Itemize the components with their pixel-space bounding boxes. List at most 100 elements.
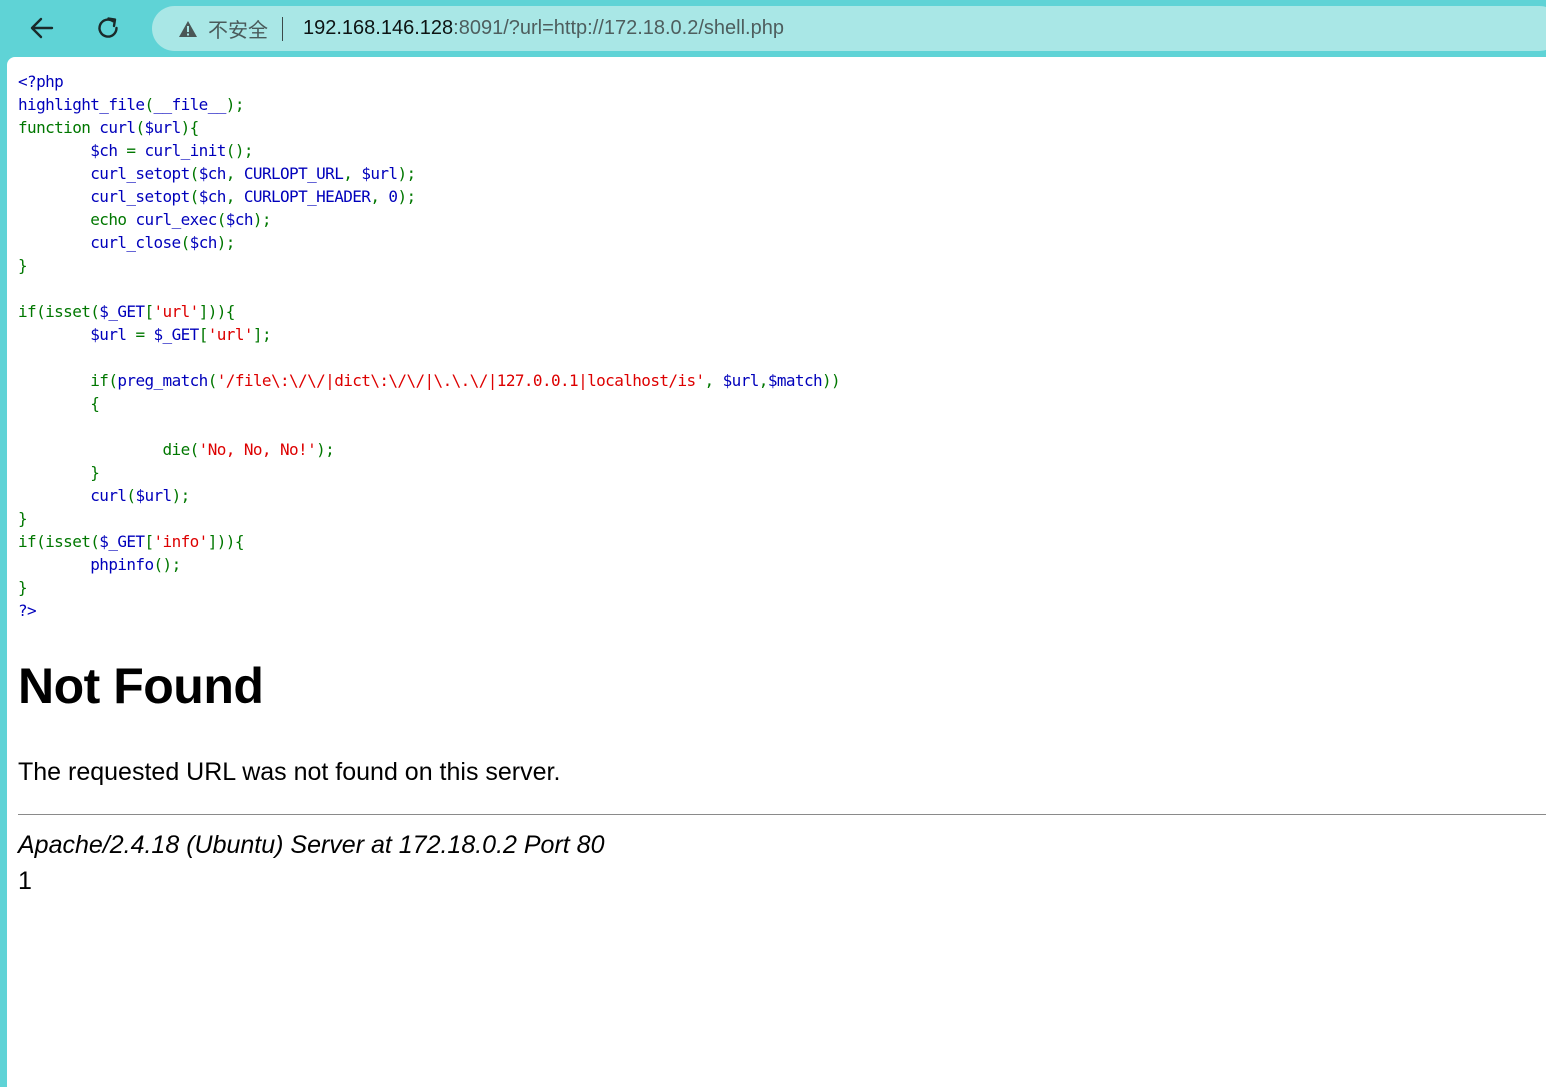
code-token: ); — [216, 233, 236, 252]
code-token: $url — [135, 486, 172, 505]
code-line: curl_close($ch); — [18, 233, 235, 252]
code-token: curl_close — [90, 233, 181, 252]
code-token: ( — [189, 164, 200, 183]
code-token: curl — [99, 118, 136, 137]
code-token: , — [758, 371, 769, 390]
code-token: '/file\:\/\/|dict\:\/\/|\.\.\/|127.0.0.1… — [216, 371, 705, 390]
code-token: curl — [90, 486, 127, 505]
omnibox-divider — [282, 16, 283, 41]
code-token: (); — [225, 141, 254, 160]
code-token: ( — [207, 371, 218, 390]
code-line: phpinfo(); — [18, 555, 181, 574]
code-token: $match — [767, 371, 823, 390]
divider — [18, 814, 1546, 815]
code-token: curl_setopt — [90, 187, 190, 206]
server-signature: Apache/2.4.18 (Ubuntu) Server at 172.18.… — [18, 831, 605, 859]
code-line: } — [18, 256, 28, 275]
code-token: __file__ — [153, 95, 227, 114]
code-token: , — [343, 164, 362, 183]
code-token: curl_setopt — [90, 164, 190, 183]
code-line: function curl($url){ — [18, 118, 199, 137]
error-title: Not Found — [18, 658, 264, 714]
code-token: , — [225, 164, 244, 183]
code-token: ( — [180, 233, 191, 252]
reload-icon — [98, 17, 118, 38]
security-label[interactable]: 不安全 — [208, 14, 268, 43]
code-token: ])){ — [198, 302, 236, 321]
code-token: $ch — [198, 164, 227, 183]
code-token: (); — [153, 555, 182, 574]
code-line: die('No, No, No!'); — [18, 440, 335, 459]
script-output: 1 — [18, 867, 32, 895]
code-token: ]; — [252, 325, 272, 344]
code-token: = — [135, 325, 154, 344]
code-line: curl($url); — [18, 486, 190, 505]
code-token: ); — [252, 210, 272, 229]
code-token: $_GET — [99, 532, 145, 551]
url-text[interactable]: 192.168.146.128:8091/?url=http://172.18.… — [303, 17, 784, 40]
url-host: 192.168.146.128 — [303, 17, 454, 39]
code-token: CURLOPT_URL — [243, 164, 344, 183]
code-line: if(isset($_GET['info'])){ — [18, 532, 244, 551]
code-token: $url — [722, 371, 760, 390]
code-token: { — [18, 394, 100, 413]
code-line: curl_setopt($ch, CURLOPT_URL, $url); — [18, 164, 416, 183]
code-line: echo curl_exec($ch); — [18, 210, 271, 229]
code-token: curl_init — [144, 141, 226, 160]
code-token: die( — [18, 440, 200, 459]
code-line: ?> — [18, 601, 37, 620]
php-source-code: <?php highlight_file(__file__); function… — [18, 70, 841, 622]
code-token: ); — [316, 440, 335, 459]
warning-icon[interactable] — [178, 18, 200, 40]
code-token: $_GET — [99, 302, 145, 321]
code-token: ); — [397, 164, 416, 183]
code-token: , — [370, 187, 389, 206]
code-token: highlight_file — [18, 95, 145, 114]
code-token: $ch — [189, 233, 218, 252]
code-line: <?php — [18, 72, 64, 91]
code-token: , — [704, 371, 723, 390]
code-token: $url — [144, 118, 181, 137]
code-token: ?> — [18, 601, 37, 620]
code-token: } — [18, 463, 100, 482]
back-button[interactable] — [22, 8, 62, 48]
code-token: curl_exec — [135, 210, 217, 229]
code-token: ); — [397, 187, 416, 206]
code-token: 'url' — [207, 325, 254, 344]
code-token: ( — [144, 95, 154, 114]
code-token: echo — [18, 210, 136, 229]
code-line: highlight_file(__file__); — [18, 95, 244, 114]
code-token: = — [126, 141, 145, 160]
code-line: $ch = curl_init(); — [18, 141, 253, 160]
code-token: $url — [90, 325, 136, 344]
error-message: The requested URL was not found on this … — [18, 758, 561, 786]
code-line: } — [18, 578, 28, 597]
code-token: preg_match — [117, 371, 208, 390]
code-token: , — [225, 187, 244, 206]
code-token: [ — [144, 532, 154, 551]
browser-toolbar: 不安全 192.168.146.128:8091/?url=http://172… — [0, 0, 1546, 57]
code-token: $ch — [198, 187, 227, 206]
arrow-left-icon — [30, 17, 54, 39]
code-token: $ch — [90, 141, 127, 160]
code-token: ); — [225, 95, 245, 114]
code-line: if(preg_match('/file\:\/\/|dict\:\/\/|\.… — [18, 371, 840, 390]
code-line: } — [18, 463, 100, 482]
code-token: phpinfo — [90, 555, 154, 574]
code-line: curl_setopt($ch, CURLOPT_HEADER, 0); — [18, 187, 416, 206]
url-path: :8091/?url=http://172.18.0.2/shell.php — [453, 17, 784, 39]
code-token: <?php — [18, 72, 64, 91]
code-token: $_GET — [153, 325, 200, 344]
reload-button[interactable] — [88, 8, 128, 48]
code-line: { — [18, 394, 100, 413]
address-bar[interactable]: 不安全 192.168.146.128:8091/?url=http://172… — [152, 6, 1546, 51]
code-token: if( — [18, 371, 118, 390]
code-token: if(isset( — [18, 302, 100, 321]
